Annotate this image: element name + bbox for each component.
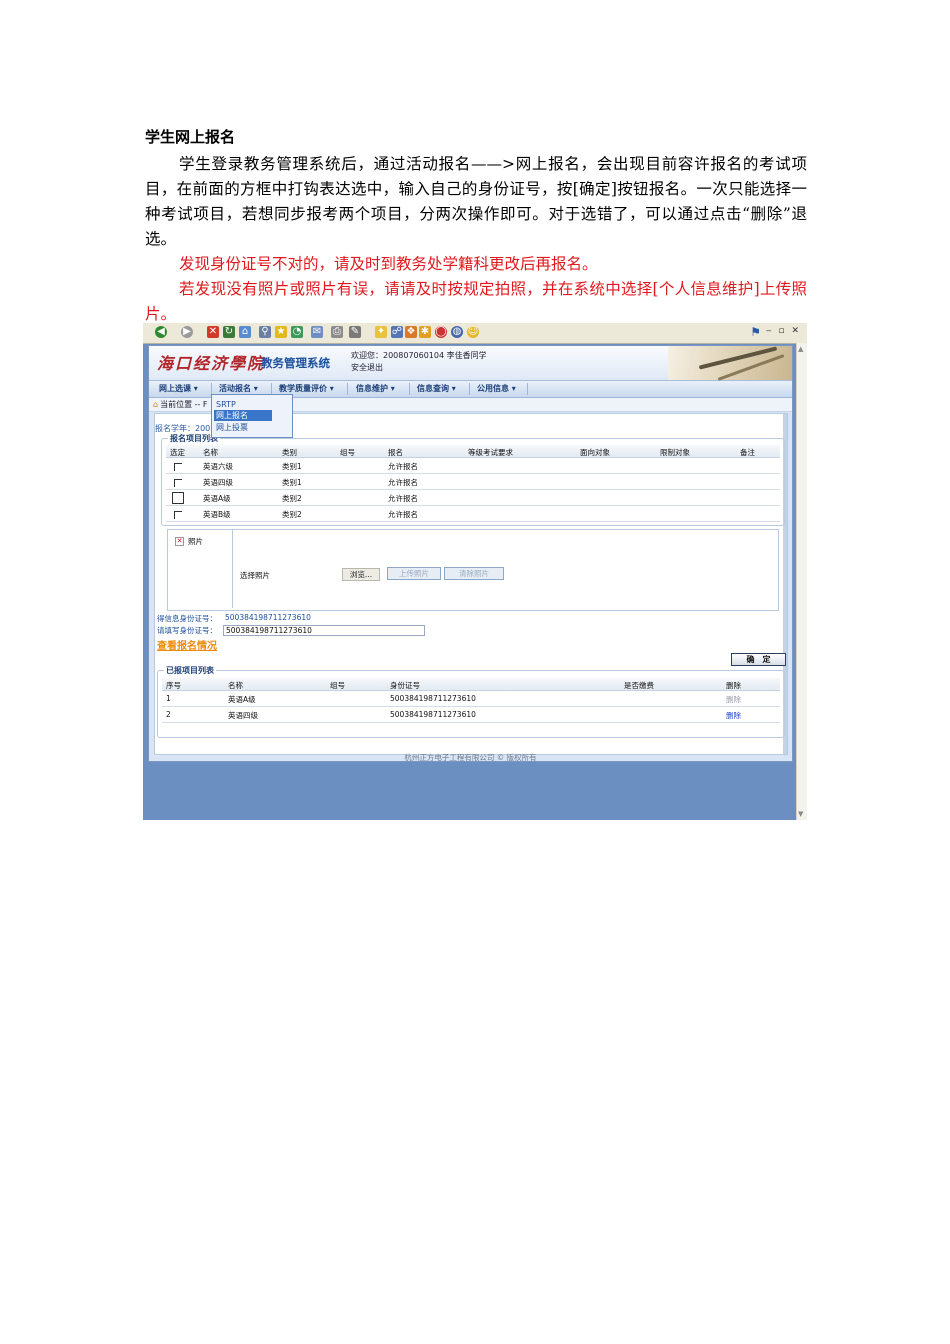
opera-icon[interactable]: ◯ <box>435 326 447 338</box>
id-info-label: 得信息身份证号： <box>157 614 217 623</box>
document-text: 学生网上报名 学生登录教务管理系统后，通过活动报名——>网上报名，会出现目前容许… <box>145 126 807 327</box>
table-row: 英语六级 类别1 允许报名 <box>166 458 780 474</box>
back-icon[interactable]: ◀ <box>155 326 167 338</box>
menu-info-maintenance[interactable]: 信息维护 ▾ <box>356 383 395 394</box>
scroll-down-icon[interactable]: ▼ <box>798 810 803 818</box>
mail-icon[interactable]: ✉ <box>311 326 323 338</box>
app-header: 海口经济學院 教务管理系统 欢迎您：200807060104 李佳香同学 安全退… <box>149 346 792 381</box>
menu-info-query[interactable]: 信息查询 ▾ <box>417 383 456 394</box>
choose-photo-label: 选择照片 <box>240 571 270 580</box>
delete-link[interactable]: 删除 <box>726 694 741 705</box>
doc-paragraph-1: 学生登录教务管理系统后，通过活动报名——>网上报名，会出现目前容许报名的考试项目… <box>145 155 807 248</box>
main-content: 报名学年：200 报名项目列表 选定 名称 类别 组号 报名 等级考试要求 面向… <box>154 413 788 755</box>
copyright-footer: 杭州正方电子工程有限公司 © 版权所有 <box>404 753 537 762</box>
menu-course-selection[interactable]: 网上选课 ▾ <box>159 383 198 394</box>
table-row: 英语A级 类别2 允许报名 <box>166 490 780 506</box>
home-icon[interactable]: ⌂ <box>239 326 251 338</box>
history-icon[interactable]: ◔ <box>291 326 303 338</box>
dropdown-item-srtp[interactable]: SRTP <box>216 399 236 410</box>
welcome-text: 欢迎您：200807060104 李佳香同学 <box>351 351 487 360</box>
header-banner-image <box>668 346 792 381</box>
upload-photo-button[interactable]: 上传照片 <box>387 567 441 580</box>
signup-table-fieldset: 报名项目列表 选定 名称 类别 组号 报名 等级考试要求 面向对象 限制对象 备… <box>161 433 785 526</box>
doc-paragraph-3: 若发现没有照片或照片有误，请请及时按规定拍照，并在系统中选择[个人信息维护]上传… <box>145 280 807 323</box>
welcome-block: 欢迎您：200807060104 李佳香同学 安全退出 <box>351 350 487 374</box>
forward-icon[interactable]: ▶ <box>181 326 193 338</box>
discuss-icon[interactable]: ✦ <box>375 326 387 338</box>
photo-upload-box: ✕ 照片 选择照片 浏览... 上传照片 清除照片 <box>167 529 779 611</box>
signed-table-header: 序号 名称 组号 身份证号 是否缴费 删除 <box>162 678 780 691</box>
globe-icon[interactable]: ◍ <box>451 326 463 338</box>
print-icon[interactable]: ⎙ <box>331 326 343 338</box>
stop-icon[interactable]: ✕ <box>207 326 219 338</box>
window-controls-icon[interactable]: ‒ ▫ ✕ <box>766 326 801 336</box>
menu-public-info[interactable]: 公用信息 ▾ <box>477 383 516 394</box>
menu-teaching-evaluation[interactable]: 教学质量评价 ▾ <box>279 383 334 394</box>
dropdown-item-online-signup[interactable]: 网上报名 <box>214 410 272 421</box>
select-checkbox[interactable] <box>174 463 182 471</box>
edit-icon[interactable]: ✎ <box>349 326 361 338</box>
scroll-up-icon[interactable]: ▲ <box>798 345 803 353</box>
home-icon[interactable]: ⌂ <box>153 400 158 409</box>
select-checkbox[interactable] <box>174 511 182 519</box>
doc-paragraph-2: 发现身份证号不对的，请及时到教务处学籍科更改后再报名。 <box>179 255 598 273</box>
system-title: 教务管理系统 <box>261 356 330 370</box>
school-logo: 海口经济學院 <box>157 354 266 373</box>
activity-dropdown: SRTP 网上报名 网上投票 <box>211 394 293 438</box>
confirm-button[interactable]: 确 定 <box>731 653 786 666</box>
search-icon[interactable]: ⚲ <box>259 326 271 338</box>
table-row: 英语B级 类别2 允许报名 <box>166 506 780 522</box>
research-icon[interactable]: ❖ <box>405 326 417 338</box>
photo-label: 照片 <box>188 537 203 546</box>
doc-title: 学生网上报名 <box>145 128 236 146</box>
photo-preview: ✕ 照片 <box>168 530 233 608</box>
signed-table-legend: 已报项目列表 <box>164 665 216 676</box>
favorites-icon[interactable]: ★ <box>275 326 287 338</box>
view-signup-status-link[interactable]: 查看报名情况 <box>157 637 217 652</box>
id-number-input[interactable]: 500384198711273610 <box>223 625 425 636</box>
embedded-screenshot: ◀ ▶ ✕ ↻ ⌂ ⚲ ★ ◔ ✉ ⎙ ✎ ✦ ☍ ❖ ✱ ◯ ◍ ☺ ⚑ ‒ … <box>143 323 807 820</box>
browser-toolbar: ◀ ▶ ✕ ↻ ⌂ ⚲ ★ ◔ ✉ ⎙ ✎ ✦ ☍ ❖ ✱ ◯ ◍ ☺ ⚑ ‒ … <box>143 323 807 344</box>
table-row: 2 英语四级 500384198711273610 删除 <box>162 707 780 723</box>
app-window: 海口经济學院 教务管理系统 欢迎您：200807060104 李佳香同学 安全退… <box>148 345 793 762</box>
smiley-icon[interactable]: ☺ <box>467 326 479 338</box>
dropdown-item-online-vote[interactable]: 网上投票 <box>216 422 248 433</box>
page-scrollbar[interactable]: ▲ ▼ <box>796 343 807 820</box>
id-info-value: 500384198711273610 <box>225 613 311 622</box>
delete-link[interactable]: 删除 <box>726 710 741 721</box>
browse-button[interactable]: 浏览... <box>342 568 380 581</box>
select-checkbox[interactable] <box>174 479 182 487</box>
select-checkbox[interactable] <box>172 492 184 504</box>
signed-table-fieldset: 已报项目列表 序号 名称 组号 身份证号 是否缴费 删除 1 英语A级 5003… <box>157 665 785 738</box>
menu-activity-signup[interactable]: 活动报名 ▾ <box>219 383 258 394</box>
table-row: 英语四级 类别1 允许报名 <box>166 474 780 490</box>
clear-photo-button[interactable]: 清除照片 <box>444 567 504 580</box>
logout-link[interactable]: 安全退出 <box>351 362 487 374</box>
windows-flag-icon: ⚑ <box>750 325 761 339</box>
messenger-icon[interactable]: ☍ <box>391 326 403 338</box>
refresh-icon[interactable]: ↻ <box>223 326 235 338</box>
id-input-label: 请填写身份证号： <box>157 626 217 635</box>
signup-table-header: 选定 名称 类别 组号 报名 等级考试要求 面向对象 限制对象 备注 <box>166 445 780 458</box>
toolbar-extra-icon[interactable]: ✱ <box>419 326 431 338</box>
table-row: 1 英语A级 500384198711273610 删除 <box>162 691 780 707</box>
broken-image-icon: ✕ <box>175 537 184 546</box>
